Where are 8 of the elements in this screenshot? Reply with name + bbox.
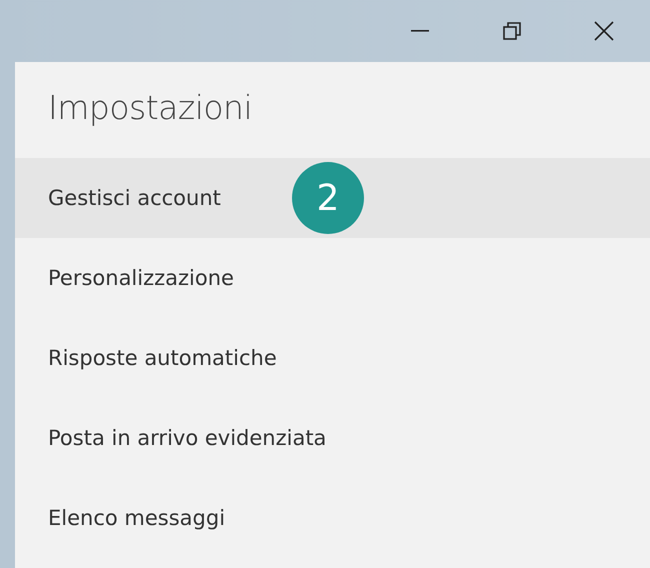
settings-item[interactable]: Posta in arrivo evidenziata <box>15 398 650 478</box>
settings-item[interactable]: Elenco messaggi <box>15 478 650 558</box>
settings-item[interactable]: Risposte automatiche <box>15 318 650 398</box>
close-icon <box>594 21 614 41</box>
minimize-icon <box>411 30 429 32</box>
restore-icon <box>503 22 521 40</box>
settings-item[interactable]: Personalizzazione <box>15 238 650 318</box>
panel-title: Impostazioni <box>47 87 254 129</box>
